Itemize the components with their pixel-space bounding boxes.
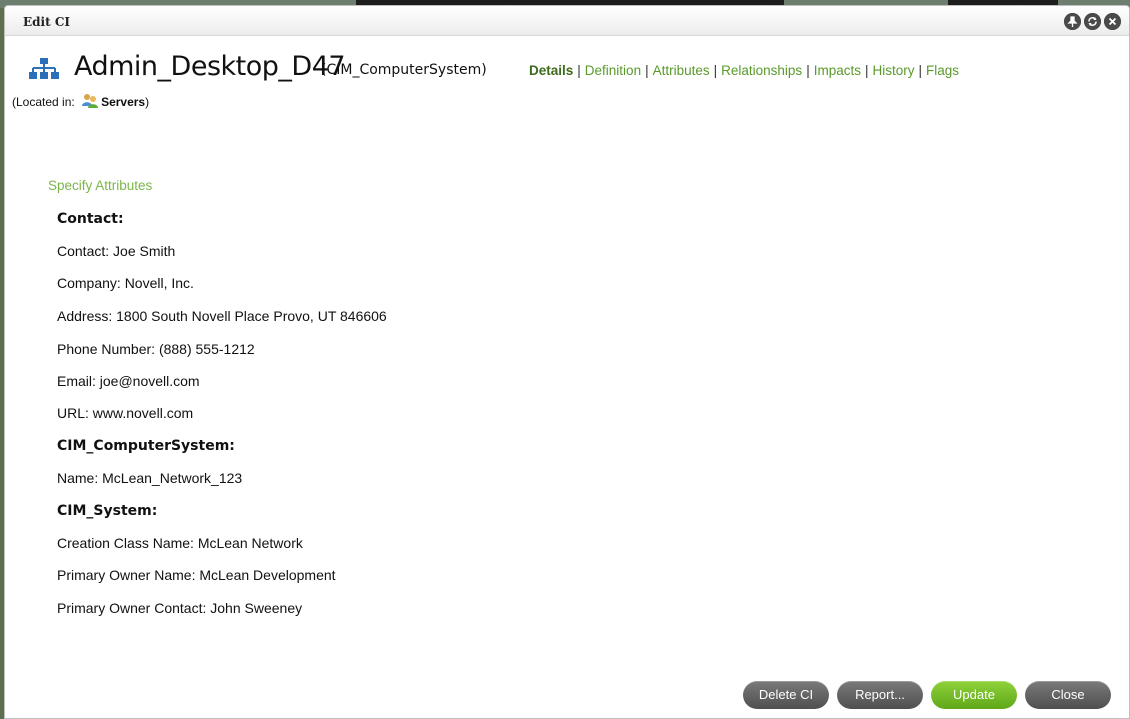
pin-icon[interactable] <box>1064 13 1081 30</box>
dialog-titlebar[interactable]: Edit CI <box>5 6 1129 36</box>
users-folder-icon <box>82 94 99 108</box>
specify-attributes-link[interactable]: Specify Attributes <box>48 178 152 193</box>
computer-system-heading: CIM_ComputerSystem: <box>57 438 235 454</box>
located-suffix: ) <box>145 95 150 109</box>
network-hierarchy-icon <box>29 58 59 79</box>
window-controls <box>1064 13 1121 30</box>
report-button[interactable]: Report... <box>837 681 923 709</box>
dialog-title: Edit CI <box>23 15 70 29</box>
attr-address: Address: 1800 South Novell Place Provo, … <box>57 308 387 324</box>
nav-history[interactable]: History <box>872 63 914 78</box>
ci-name: Admin_Desktop_D47 <box>74 51 346 82</box>
nav-impacts[interactable]: Impacts <box>814 63 861 78</box>
located-in: (Located in: Servers) <box>12 93 149 109</box>
attr-phone: Phone Number: (888) 555-1212 <box>57 341 255 357</box>
update-button[interactable]: Update <box>931 681 1017 709</box>
located-folder[interactable]: Servers <box>101 95 145 109</box>
attr-contact: Contact: Joe Smith <box>57 243 176 259</box>
attr-creation-class: Creation Class Name: McLean Network <box>57 535 303 551</box>
attr-primary-owner-contact: Primary Owner Contact: John Sweeney <box>57 600 303 616</box>
attr-name: Name: McLean_Network_123 <box>57 470 243 486</box>
nav-separator: | <box>864 63 869 78</box>
nav-attributes[interactable]: Attributes <box>653 63 710 78</box>
ci-navigation: Details | Definition | Attributes | Relationsh… <box>529 63 959 78</box>
nav-separator: | <box>713 63 718 78</box>
close-button[interactable]: Close <box>1025 681 1111 709</box>
nav-relationships[interactable]: Relationships <box>721 63 802 78</box>
nav-flags[interactable]: Flags <box>926 63 959 78</box>
nav-separator: | <box>806 63 810 78</box>
nav-definition[interactable]: Definition <box>585 63 641 78</box>
cim-system-heading: CIM_System: <box>57 503 158 519</box>
nav-details[interactable]: Details <box>529 63 573 78</box>
close-icon[interactable] <box>1104 13 1121 30</box>
attr-primary-owner-name: Primary Owner Name: McLean Development <box>57 567 336 583</box>
dialog-buttons: Delete CI Report... Update Close <box>743 681 1111 709</box>
refresh-icon[interactable] <box>1084 13 1101 30</box>
located-prefix: (Located in: <box>12 95 75 109</box>
nav-separator: | <box>577 63 581 78</box>
attr-company: Company: Novell, Inc. <box>57 275 194 291</box>
attr-email: Email: joe@novell.com <box>57 373 200 389</box>
contact-heading: Contact: <box>57 211 124 227</box>
nav-separator: | <box>918 63 923 78</box>
ci-class: (CIM_ComputerSystem) <box>321 62 487 78</box>
nav-separator: | <box>645 63 649 78</box>
delete-ci-button[interactable]: Delete CI <box>743 681 829 709</box>
attr-url: URL: www.novell.com <box>57 405 194 421</box>
